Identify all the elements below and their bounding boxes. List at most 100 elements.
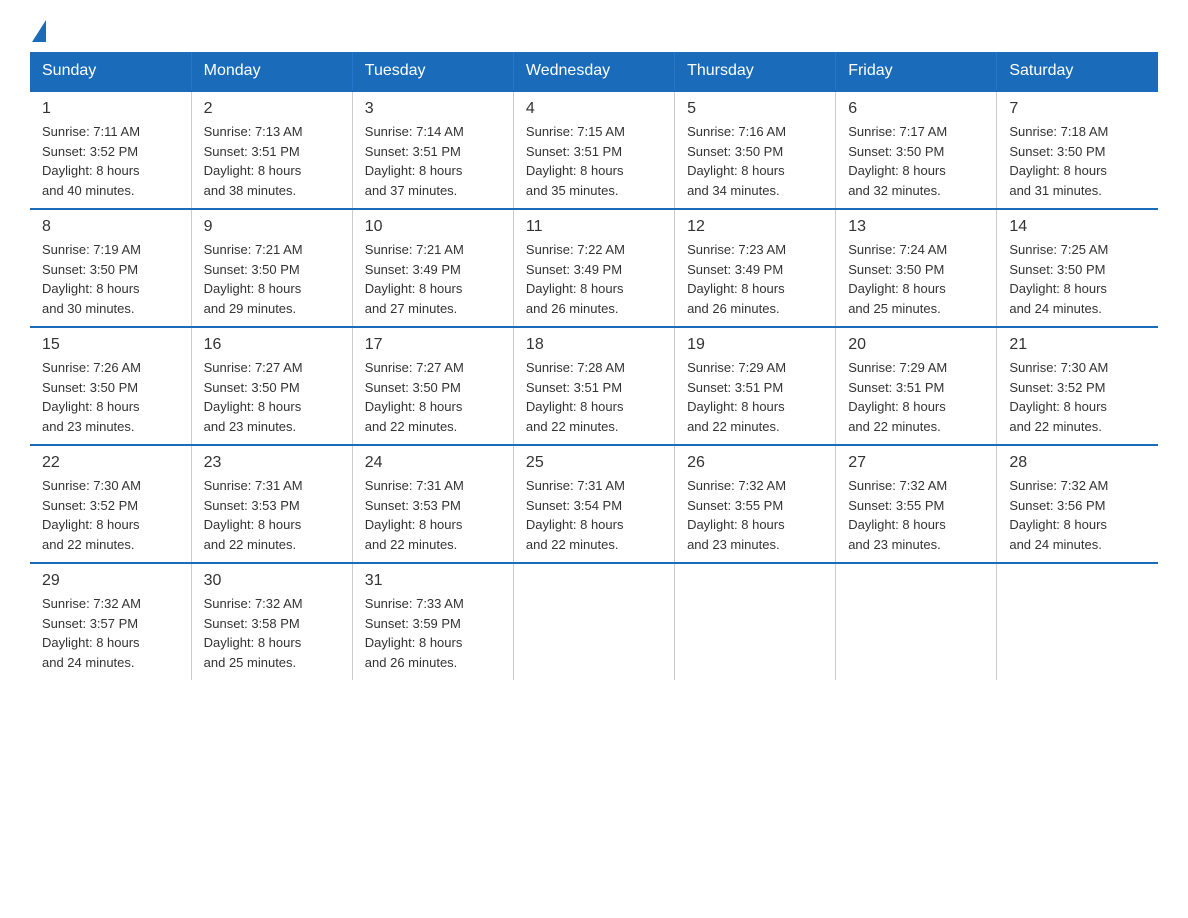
day-number: 2 bbox=[204, 100, 340, 118]
calendar-week-2: 8 Sunrise: 7:19 AMSunset: 3:50 PMDayligh… bbox=[30, 209, 1158, 327]
day-info: Sunrise: 7:27 AMSunset: 3:50 PMDaylight:… bbox=[365, 360, 464, 434]
calendar-cell: 17 Sunrise: 7:27 AMSunset: 3:50 PMDaylig… bbox=[352, 327, 513, 445]
calendar-week-4: 22 Sunrise: 7:30 AMSunset: 3:52 PMDaylig… bbox=[30, 445, 1158, 563]
day-number: 16 bbox=[204, 336, 340, 354]
day-number: 8 bbox=[42, 218, 179, 236]
day-number: 20 bbox=[848, 336, 984, 354]
day-info: Sunrise: 7:32 AMSunset: 3:58 PMDaylight:… bbox=[204, 596, 303, 670]
calendar-cell: 11 Sunrise: 7:22 AMSunset: 3:49 PMDaylig… bbox=[513, 209, 674, 327]
day-info: Sunrise: 7:23 AMSunset: 3:49 PMDaylight:… bbox=[687, 242, 786, 316]
calendar-cell: 12 Sunrise: 7:23 AMSunset: 3:49 PMDaylig… bbox=[675, 209, 836, 327]
day-number: 28 bbox=[1009, 454, 1146, 472]
day-number: 13 bbox=[848, 218, 984, 236]
day-number: 25 bbox=[526, 454, 662, 472]
day-number: 21 bbox=[1009, 336, 1146, 354]
header-sunday: Sunday bbox=[30, 52, 191, 91]
calendar-cell: 28 Sunrise: 7:32 AMSunset: 3:56 PMDaylig… bbox=[997, 445, 1158, 563]
day-info: Sunrise: 7:32 AMSunset: 3:55 PMDaylight:… bbox=[848, 478, 947, 552]
logo bbox=[30, 20, 48, 42]
day-number: 3 bbox=[365, 100, 501, 118]
calendar-cell: 23 Sunrise: 7:31 AMSunset: 3:53 PMDaylig… bbox=[191, 445, 352, 563]
day-info: Sunrise: 7:18 AMSunset: 3:50 PMDaylight:… bbox=[1009, 124, 1108, 198]
day-number: 18 bbox=[526, 336, 662, 354]
day-number: 5 bbox=[687, 100, 823, 118]
day-info: Sunrise: 7:16 AMSunset: 3:50 PMDaylight:… bbox=[687, 124, 786, 198]
day-number: 31 bbox=[365, 572, 501, 590]
calendar-cell bbox=[675, 563, 836, 680]
header-tuesday: Tuesday bbox=[352, 52, 513, 91]
calendar-week-3: 15 Sunrise: 7:26 AMSunset: 3:50 PMDaylig… bbox=[30, 327, 1158, 445]
day-number: 26 bbox=[687, 454, 823, 472]
day-info: Sunrise: 7:11 AMSunset: 3:52 PMDaylight:… bbox=[42, 124, 140, 198]
calendar-cell: 13 Sunrise: 7:24 AMSunset: 3:50 PMDaylig… bbox=[836, 209, 997, 327]
calendar-cell: 26 Sunrise: 7:32 AMSunset: 3:55 PMDaylig… bbox=[675, 445, 836, 563]
calendar-cell: 16 Sunrise: 7:27 AMSunset: 3:50 PMDaylig… bbox=[191, 327, 352, 445]
page-header bbox=[30, 20, 1158, 42]
calendar-cell bbox=[513, 563, 674, 680]
calendar-week-5: 29 Sunrise: 7:32 AMSunset: 3:57 PMDaylig… bbox=[30, 563, 1158, 680]
day-number: 24 bbox=[365, 454, 501, 472]
calendar-cell: 6 Sunrise: 7:17 AMSunset: 3:50 PMDayligh… bbox=[836, 91, 997, 209]
day-number: 15 bbox=[42, 336, 179, 354]
day-info: Sunrise: 7:29 AMSunset: 3:51 PMDaylight:… bbox=[687, 360, 786, 434]
day-info: Sunrise: 7:31 AMSunset: 3:53 PMDaylight:… bbox=[204, 478, 303, 552]
calendar-cell: 2 Sunrise: 7:13 AMSunset: 3:51 PMDayligh… bbox=[191, 91, 352, 209]
day-number: 1 bbox=[42, 100, 179, 118]
calendar-cell: 1 Sunrise: 7:11 AMSunset: 3:52 PMDayligh… bbox=[30, 91, 191, 209]
calendar-cell: 8 Sunrise: 7:19 AMSunset: 3:50 PMDayligh… bbox=[30, 209, 191, 327]
calendar-week-1: 1 Sunrise: 7:11 AMSunset: 3:52 PMDayligh… bbox=[30, 91, 1158, 209]
day-info: Sunrise: 7:21 AMSunset: 3:49 PMDaylight:… bbox=[365, 242, 464, 316]
day-info: Sunrise: 7:33 AMSunset: 3:59 PMDaylight:… bbox=[365, 596, 464, 670]
calendar-cell: 27 Sunrise: 7:32 AMSunset: 3:55 PMDaylig… bbox=[836, 445, 997, 563]
calendar-cell: 24 Sunrise: 7:31 AMSunset: 3:53 PMDaylig… bbox=[352, 445, 513, 563]
day-number: 23 bbox=[204, 454, 340, 472]
day-info: Sunrise: 7:32 AMSunset: 3:56 PMDaylight:… bbox=[1009, 478, 1108, 552]
calendar-cell: 10 Sunrise: 7:21 AMSunset: 3:49 PMDaylig… bbox=[352, 209, 513, 327]
calendar-cell bbox=[836, 563, 997, 680]
header-wednesday: Wednesday bbox=[513, 52, 674, 91]
day-number: 10 bbox=[365, 218, 501, 236]
day-info: Sunrise: 7:27 AMSunset: 3:50 PMDaylight:… bbox=[204, 360, 303, 434]
day-number: 11 bbox=[526, 218, 662, 236]
calendar-cell: 9 Sunrise: 7:21 AMSunset: 3:50 PMDayligh… bbox=[191, 209, 352, 327]
calendar-table: SundayMondayTuesdayWednesdayThursdayFrid… bbox=[30, 52, 1158, 680]
day-info: Sunrise: 7:13 AMSunset: 3:51 PMDaylight:… bbox=[204, 124, 303, 198]
day-number: 29 bbox=[42, 572, 179, 590]
day-info: Sunrise: 7:24 AMSunset: 3:50 PMDaylight:… bbox=[848, 242, 947, 316]
header-monday: Monday bbox=[191, 52, 352, 91]
header-saturday: Saturday bbox=[997, 52, 1158, 91]
calendar-cell: 21 Sunrise: 7:30 AMSunset: 3:52 PMDaylig… bbox=[997, 327, 1158, 445]
day-number: 12 bbox=[687, 218, 823, 236]
day-number: 30 bbox=[204, 572, 340, 590]
day-info: Sunrise: 7:32 AMSunset: 3:55 PMDaylight:… bbox=[687, 478, 786, 552]
calendar-cell: 20 Sunrise: 7:29 AMSunset: 3:51 PMDaylig… bbox=[836, 327, 997, 445]
calendar-cell: 22 Sunrise: 7:30 AMSunset: 3:52 PMDaylig… bbox=[30, 445, 191, 563]
day-info: Sunrise: 7:30 AMSunset: 3:52 PMDaylight:… bbox=[42, 478, 141, 552]
day-info: Sunrise: 7:30 AMSunset: 3:52 PMDaylight:… bbox=[1009, 360, 1108, 434]
day-number: 4 bbox=[526, 100, 662, 118]
calendar-cell: 5 Sunrise: 7:16 AMSunset: 3:50 PMDayligh… bbox=[675, 91, 836, 209]
calendar-cell: 4 Sunrise: 7:15 AMSunset: 3:51 PMDayligh… bbox=[513, 91, 674, 209]
day-number: 6 bbox=[848, 100, 984, 118]
calendar-cell bbox=[997, 563, 1158, 680]
day-info: Sunrise: 7:22 AMSunset: 3:49 PMDaylight:… bbox=[526, 242, 625, 316]
day-info: Sunrise: 7:15 AMSunset: 3:51 PMDaylight:… bbox=[526, 124, 625, 198]
logo-text bbox=[30, 20, 48, 42]
calendar-cell: 19 Sunrise: 7:29 AMSunset: 3:51 PMDaylig… bbox=[675, 327, 836, 445]
calendar-cell: 31 Sunrise: 7:33 AMSunset: 3:59 PMDaylig… bbox=[352, 563, 513, 680]
day-number: 7 bbox=[1009, 100, 1146, 118]
header-thursday: Thursday bbox=[675, 52, 836, 91]
day-number: 22 bbox=[42, 454, 179, 472]
calendar-cell: 7 Sunrise: 7:18 AMSunset: 3:50 PMDayligh… bbox=[997, 91, 1158, 209]
calendar-cell: 18 Sunrise: 7:28 AMSunset: 3:51 PMDaylig… bbox=[513, 327, 674, 445]
calendar-header-row: SundayMondayTuesdayWednesdayThursdayFrid… bbox=[30, 52, 1158, 91]
day-number: 14 bbox=[1009, 218, 1146, 236]
day-number: 9 bbox=[204, 218, 340, 236]
day-number: 27 bbox=[848, 454, 984, 472]
day-info: Sunrise: 7:29 AMSunset: 3:51 PMDaylight:… bbox=[848, 360, 947, 434]
day-info: Sunrise: 7:25 AMSunset: 3:50 PMDaylight:… bbox=[1009, 242, 1108, 316]
day-info: Sunrise: 7:21 AMSunset: 3:50 PMDaylight:… bbox=[204, 242, 303, 316]
day-number: 17 bbox=[365, 336, 501, 354]
day-info: Sunrise: 7:32 AMSunset: 3:57 PMDaylight:… bbox=[42, 596, 141, 670]
calendar-cell: 14 Sunrise: 7:25 AMSunset: 3:50 PMDaylig… bbox=[997, 209, 1158, 327]
